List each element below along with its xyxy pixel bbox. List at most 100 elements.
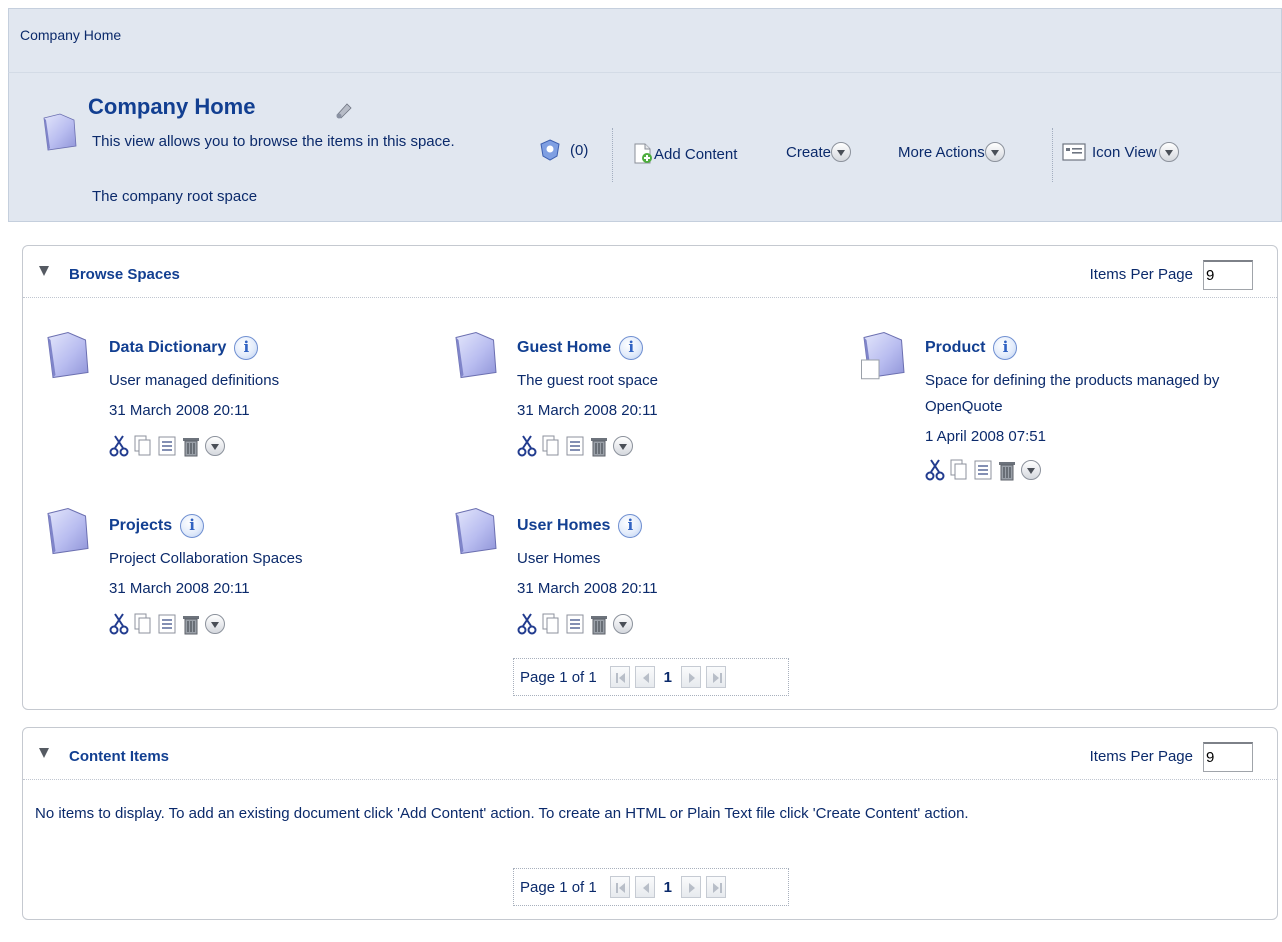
cut-icon[interactable] (517, 434, 537, 458)
space-item-name[interactable]: User Homes i (517, 514, 643, 538)
browse-spaces-panel: Browse Spaces Items Per Page Data Dictio… (22, 245, 1278, 710)
delete-icon[interactable] (181, 434, 201, 458)
delete-icon[interactable] (997, 458, 1017, 482)
space-item-name[interactable]: Product i (925, 336, 1018, 360)
properties-icon[interactable] (973, 458, 993, 482)
space-folder-icon[interactable] (43, 506, 93, 556)
collapse-toggle-icon[interactable] (39, 748, 49, 758)
space-item-name[interactable]: Guest Home i (517, 336, 644, 360)
add-content-label: Add Content (654, 145, 738, 163)
space-folder-icon[interactable] (451, 330, 501, 380)
items-per-page-input[interactable] (1203, 260, 1253, 290)
space-item-date: 31 March 2008 20:11 (109, 580, 250, 597)
chevron-down-icon[interactable] (613, 436, 633, 456)
space-item-label: Guest Home (517, 339, 612, 356)
panel-header: Browse Spaces Items Per Page (23, 246, 1277, 298)
space-item-actions (517, 434, 633, 458)
items-per-page-input[interactable] (1203, 742, 1253, 772)
breadcrumb[interactable]: Company Home (20, 27, 121, 43)
chevron-down-icon[interactable] (205, 614, 225, 634)
view-mode-menu[interactable]: Icon View (1062, 142, 1179, 162)
rules-link[interactable]: (0) (538, 138, 588, 162)
space-item-date: 31 March 2008 20:11 (517, 580, 658, 597)
properties-icon[interactable] (565, 612, 585, 636)
copy-icon[interactable] (541, 612, 561, 636)
page-title: Company Home (88, 94, 256, 119)
page-description: This view allows you to browse the items… (92, 133, 455, 150)
info-icon[interactable]: i (618, 514, 643, 538)
copy-icon[interactable] (133, 612, 153, 636)
pagination: Page 1 of 1 1 (513, 658, 789, 696)
info-icon[interactable]: i (993, 336, 1018, 360)
space-item-actions (109, 434, 225, 458)
space-item-description: User Homes (517, 550, 601, 567)
first-page-icon (615, 883, 625, 893)
cut-icon[interactable] (109, 434, 129, 458)
space-folder-icon (43, 113, 77, 151)
space-folder-icon[interactable] (859, 330, 909, 380)
first-page-button[interactable] (609, 666, 630, 688)
current-page: 1 (663, 668, 672, 686)
space-item-name[interactable]: Projects i (109, 514, 205, 538)
page-subtitle: The company root space (92, 188, 258, 205)
cut-icon[interactable] (517, 612, 537, 636)
info-icon[interactable]: i (180, 514, 205, 538)
rules-icon (540, 139, 560, 161)
space-item-actions (109, 612, 225, 636)
space-folder-icon[interactable] (451, 506, 501, 556)
properties-icon[interactable] (157, 612, 177, 636)
items-per-page-label: Items Per Page (1089, 266, 1193, 283)
copy-icon[interactable] (541, 434, 561, 458)
prev-page-icon (642, 883, 649, 893)
add-document-icon (634, 143, 652, 164)
delete-icon[interactable] (589, 434, 609, 458)
last-page-button[interactable] (705, 666, 726, 688)
panel-header: Content Items Items Per Page (23, 728, 1277, 780)
space-item-description: User managed definitions (109, 372, 280, 389)
chevron-down-icon[interactable] (613, 614, 633, 634)
empty-message: No items to display. To add an existing … (35, 805, 969, 822)
pagination: Page 1 of 1 1 (513, 868, 789, 906)
last-page-button[interactable] (705, 876, 726, 898)
create-menu[interactable]: Create (786, 142, 852, 162)
info-icon[interactable]: i (619, 336, 644, 360)
rss-feed-icon[interactable] (334, 100, 354, 120)
copy-icon[interactable] (949, 458, 969, 482)
chevron-down-icon[interactable] (1158, 142, 1179, 162)
delete-icon[interactable] (181, 612, 201, 636)
cut-icon[interactable] (109, 612, 129, 636)
last-page-icon (712, 883, 722, 893)
properties-icon[interactable] (157, 434, 177, 458)
more-actions-menu[interactable]: More Actions (898, 142, 1005, 162)
space-item-description: Space for defining the products managed … (925, 372, 1220, 415)
first-page-button[interactable] (609, 876, 630, 898)
collapse-toggle-icon[interactable] (39, 266, 49, 276)
space-item-label: User Homes (517, 517, 611, 534)
space-item-date: 31 March 2008 20:11 (517, 402, 658, 419)
space-item-date: 31 March 2008 20:11 (109, 402, 250, 419)
properties-icon[interactable] (565, 434, 585, 458)
chevron-down-icon[interactable] (205, 436, 225, 456)
toolbar-separator (1052, 128, 1053, 182)
copy-icon[interactable] (133, 434, 153, 458)
page-indicator: Page 1 of 1 (520, 878, 597, 896)
prev-page-button[interactable] (634, 666, 655, 688)
space-item-name[interactable]: Data Dictionary i (109, 336, 259, 360)
next-page-icon (688, 673, 695, 683)
panel-title: Content Items (69, 748, 170, 765)
space-item-actions (925, 458, 1041, 482)
cut-icon[interactable] (925, 458, 945, 482)
space-item-actions (517, 612, 633, 636)
delete-icon[interactable] (589, 612, 609, 636)
space-folder-icon[interactable] (43, 330, 93, 380)
chevron-down-icon[interactable] (1021, 460, 1041, 480)
chevron-down-icon[interactable] (831, 142, 852, 162)
info-icon[interactable]: i (234, 336, 259, 360)
items-per-page-label: Items Per Page (1089, 748, 1193, 765)
next-page-button[interactable] (680, 666, 701, 688)
next-page-button[interactable] (680, 876, 701, 898)
add-content-button[interactable]: Add Content (632, 142, 737, 166)
prev-page-button[interactable] (634, 876, 655, 898)
space-item-description: Project Collaboration Spaces (109, 550, 303, 567)
chevron-down-icon[interactable] (984, 142, 1005, 162)
